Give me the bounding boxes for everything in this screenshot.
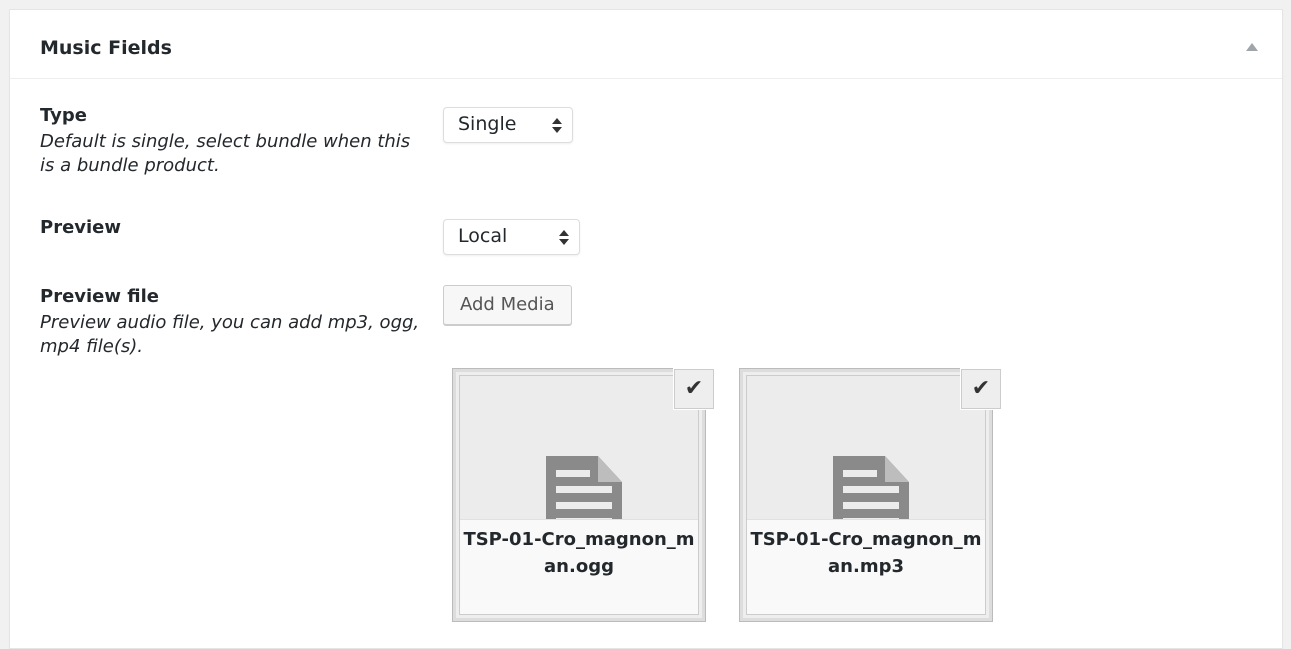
select-arrows-icon bbox=[552, 118, 562, 134]
type-select-value: Single bbox=[458, 113, 517, 135]
add-media-button[interactable]: Add Media bbox=[443, 285, 572, 325]
preview-label: Preview bbox=[40, 217, 122, 238]
preview-select-value: Local bbox=[458, 225, 508, 247]
metabox-header[interactable]: Music Fields bbox=[10, 10, 1282, 79]
attachment-preview: TSP-01-Cro_magnon_man.mp3 bbox=[746, 375, 986, 615]
type-select[interactable]: Single bbox=[443, 107, 573, 143]
attachment-filename: TSP-01-Cro_magnon_man.mp3 bbox=[747, 519, 985, 614]
type-label: Type bbox=[40, 105, 87, 126]
checkmark-icon[interactable]: ✔ bbox=[961, 369, 1001, 409]
music-fields-metabox: Music Fields Type Default is single, sel… bbox=[9, 9, 1283, 649]
preview-select[interactable]: Local bbox=[443, 219, 580, 255]
attachment-item[interactable]: TSP-01-Cro_magnon_man.mp3 ✔ bbox=[739, 368, 1001, 622]
attachment-item[interactable]: TSP-01-Cro_magnon_man.ogg ✔ bbox=[452, 368, 714, 622]
preview-file-label: Preview file bbox=[40, 286, 160, 307]
preview-file-description: Preview audio file, you can add mp3, ogg… bbox=[40, 312, 420, 357]
select-arrows-icon bbox=[559, 230, 569, 246]
toggle-arrow-icon[interactable] bbox=[1246, 43, 1258, 51]
attachment-preview: TSP-01-Cro_magnon_man.ogg bbox=[459, 375, 699, 615]
checkmark-icon[interactable]: ✔ bbox=[674, 369, 714, 409]
metabox-title: Music Fields bbox=[40, 37, 172, 59]
type-description: Default is single, select bundle when th… bbox=[40, 131, 411, 176]
attachment-filename: TSP-01-Cro_magnon_man.ogg bbox=[460, 519, 698, 614]
